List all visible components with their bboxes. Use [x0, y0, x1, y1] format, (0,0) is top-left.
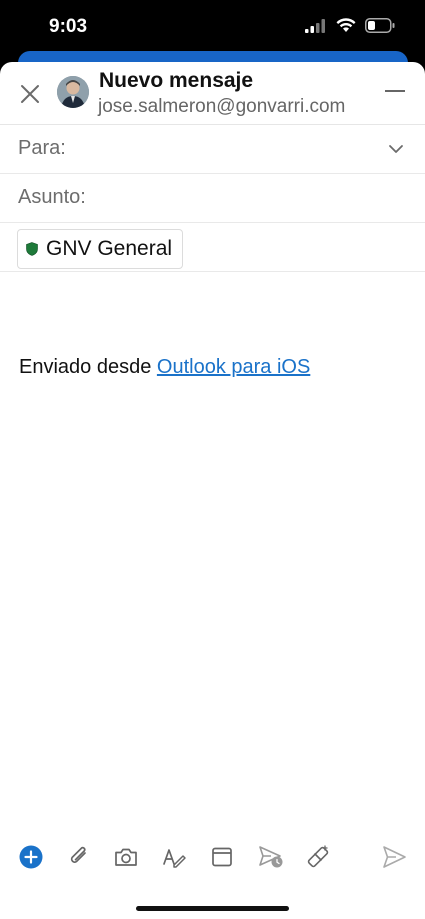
avatar-photo	[57, 76, 89, 108]
chevron-down-icon[interactable]	[387, 140, 405, 158]
signature-link[interactable]: Outlook para iOS	[157, 356, 310, 378]
shield-icon	[26, 242, 38, 256]
home-indicator	[136, 906, 289, 911]
magic-icon	[307, 845, 329, 868]
to-field-row[interactable]: Para:	[0, 124, 425, 174]
signature-prefix: Enviado desde	[19, 356, 157, 378]
attach-button[interactable]	[66, 844, 92, 870]
compose-sheet: Nuevo mensaje jose.salmeron@gonvarri.com…	[0, 62, 425, 919]
camera-button[interactable]	[113, 844, 139, 870]
camera-icon	[115, 848, 137, 866]
compose-header: Nuevo mensaje jose.salmeron@gonvarri.com	[0, 62, 425, 125]
page-title: Nuevo mensaje	[99, 69, 254, 92]
schedule-send-button[interactable]	[257, 844, 283, 870]
status-time: 9:03	[49, 16, 88, 37]
wifi-icon	[336, 18, 356, 32]
calendar-icon	[212, 847, 232, 867]
calendar-button[interactable]	[209, 844, 235, 870]
avatar	[57, 76, 89, 108]
minimize-icon	[385, 90, 405, 92]
cellular-signal-icon	[305, 18, 325, 33]
add-button[interactable]	[18, 844, 44, 870]
close-icon	[21, 85, 39, 103]
magic-button[interactable]	[305, 844, 331, 870]
subject-label: Asunto:	[18, 186, 86, 208]
schedule-send-icon	[259, 846, 283, 868]
account-email[interactable]: jose.salmeron@gonvarri.com	[98, 96, 345, 118]
battery-icon	[365, 18, 395, 33]
to-label: Para:	[18, 137, 66, 159]
sensitivity-row: GNV General	[0, 222, 425, 272]
send-button[interactable]	[381, 844, 407, 870]
format-icon	[163, 849, 186, 868]
add-icon	[19, 845, 43, 869]
sensitivity-label-text: GNV General	[46, 237, 173, 260]
sensitivity-label-chip[interactable]: GNV General	[17, 229, 184, 269]
send-icon	[383, 846, 406, 868]
format-button[interactable]	[161, 844, 187, 870]
message-body[interactable]: Enviado desde Outlook para iOS	[19, 356, 310, 379]
compose-toolbar	[0, 842, 425, 882]
status-icons	[305, 18, 395, 33]
close-button[interactable]	[16, 80, 44, 108]
subject-field-row[interactable]: Asunto:	[0, 173, 425, 223]
attach-icon	[70, 846, 86, 863]
minimize-button[interactable]	[385, 90, 405, 93]
